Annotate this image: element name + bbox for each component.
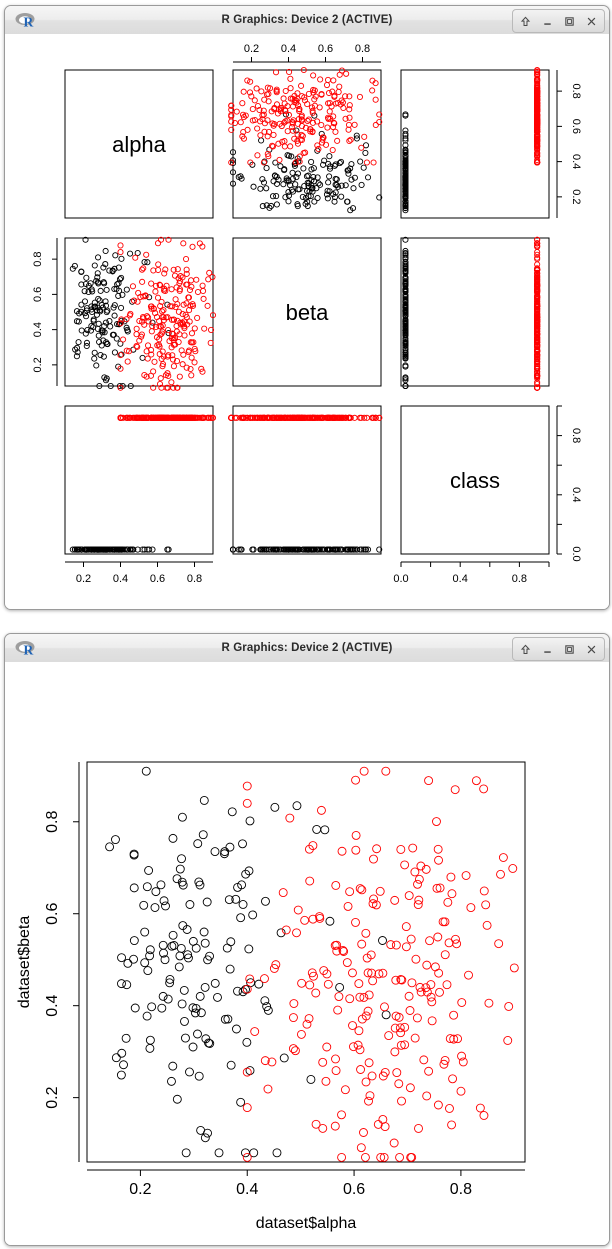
window-1-controls[interactable] [512, 9, 605, 33]
pairs-top-tick-label: 0.6 [318, 43, 333, 55]
pairs-cell-beta-class [400, 236, 550, 391]
alpha-beta-scatterplot: 0.2 0.4 0.6 0.8 dataset$alpha 0.2 0.4 0.6 0.8 dat… [16, 761, 526, 1232]
scatter-plot-area: 0.2 0.4 0.6 0.8 dataset$alpha 0.2 0.4 0.6 0.8 dat… [16, 761, 526, 1232]
scatter-y-axis-label: dataset$beta [16, 916, 33, 1009]
pairs-top-tick-label: 0.2 [244, 43, 259, 55]
plot-canvas-2[interactable]: 0.2 0.4 0.6 0.8 dataset$alpha 0.2 0.4 0.6 0.8 dat… [5, 662, 609, 1245]
scatter-x-axis-label: dataset$alpha [256, 1215, 357, 1232]
close-icon [587, 17, 596, 25]
pairs-top-tick-label: 0.4 [281, 43, 296, 55]
plot-canvas-1[interactable]: alpha beta class 0.2 0.4 0.6 0.8 0.2 0.4 0.6 0.8 0.… [5, 34, 609, 609]
pairs-diagonal-label-class: class [450, 468, 500, 493]
maximize-icon [565, 16, 574, 26]
scatter-y-tick-label: 0.4 [44, 994, 61, 1016]
scatter-x-tick-label: 0.4 [236, 1181, 258, 1198]
pairs-cell-class-alpha [64, 405, 217, 555]
window-2-titlebar[interactable]: R R Graphics: Device 2 (ACTIVE) [5, 634, 609, 663]
pairs-left-tick-label: 0.8 [32, 251, 44, 266]
pairs-diagonal-label-beta: beta [286, 300, 330, 325]
pairs-right-tick-label: 0.4 [570, 154, 582, 169]
pairs-right-tick-label: 0.6 [570, 119, 582, 134]
pairs-bottom-tick-label: 0.2 [76, 573, 91, 585]
window-1-titlebar[interactable]: R R Graphics: Device 2 (ACTIVE) [5, 6, 609, 35]
pairs-class-bottom-tick-label: 0.4 [453, 573, 468, 585]
pairs-left-tick-label: 0.2 [32, 357, 44, 372]
pairs-diagonal-label-alpha: alpha [112, 132, 167, 157]
pairs-cell-alpha-beta [228, 66, 383, 219]
up-arrow-icon [520, 644, 531, 654]
keep-on-top-button[interactable] [515, 12, 536, 30]
pairs-bottom-tick-label: 0.4 [113, 573, 128, 585]
pairs-right-tick-label: 0.8 [570, 83, 582, 98]
pairs-class-bottom-tick-label: 0.0 [393, 573, 408, 585]
pairs-cell-beta-beta: beta [232, 237, 382, 387]
pairs-class-right-tick-label: 0.0 [570, 546, 582, 561]
pairs-scatterplot-matrix: alpha beta class 0.2 0.4 0.6 0.8 0.2 0.4 0.6 0.8 0.… [32, 43, 582, 585]
pairs-cell-alpha-class [400, 66, 550, 219]
pairs-cell-class-beta [228, 405, 383, 555]
scatter-x-tick-label: 0.6 [343, 1181, 365, 1198]
scatter-y-tick-label: 0.6 [44, 903, 61, 925]
scatter-y-tick-label: 0.2 [44, 1086, 61, 1108]
window-2-controls[interactable] [512, 637, 605, 661]
pairs-right-tick-label: 0.2 [570, 189, 582, 204]
pairs-class-bottom-tick-label: 0.8 [512, 573, 527, 585]
pairs-left-tick-label: 0.4 [32, 322, 44, 337]
pairs-bottom-tick-label: 0.8 [187, 573, 202, 585]
scatter-x-tick-label: 0.8 [450, 1181, 472, 1198]
minimize-icon [544, 22, 551, 25]
maximize-button[interactable] [559, 12, 580, 30]
close-button[interactable] [581, 12, 602, 30]
minimize-button[interactable] [537, 12, 558, 30]
keep-on-top-button[interactable] [515, 640, 536, 658]
pairs-class-right-tick-label: 0.4 [570, 487, 582, 502]
maximize-icon [565, 644, 574, 654]
minimize-button[interactable] [537, 640, 558, 658]
r-graphics-window-1[interactable]: R R Graphics: Device 2 (ACTIVE) alpha be… [4, 5, 610, 610]
minimize-icon [544, 650, 551, 653]
close-button[interactable] [581, 640, 602, 658]
pairs-cell-beta-alpha [64, 236, 217, 391]
up-arrow-icon [520, 16, 531, 26]
pairs-cell-class-class: class [400, 405, 550, 555]
scatter-x-tick-label: 0.2 [129, 1181, 151, 1198]
pairs-top-tick-label: 0.8 [355, 43, 370, 55]
close-icon [587, 645, 596, 653]
scatter-y-tick-label: 0.8 [44, 811, 61, 833]
pairs-bottom-tick-label: 0.6 [150, 573, 165, 585]
pairs-cell-alpha-alpha: alpha [64, 69, 214, 219]
pairs-left-tick-label: 0.6 [32, 287, 44, 302]
maximize-button[interactable] [559, 640, 580, 658]
r-graphics-window-2[interactable]: R R Graphics: Device 2 (ACTIVE) 0.2 0.4 … [4, 633, 610, 1246]
pairs-class-right-tick-label: 0.8 [570, 428, 582, 443]
